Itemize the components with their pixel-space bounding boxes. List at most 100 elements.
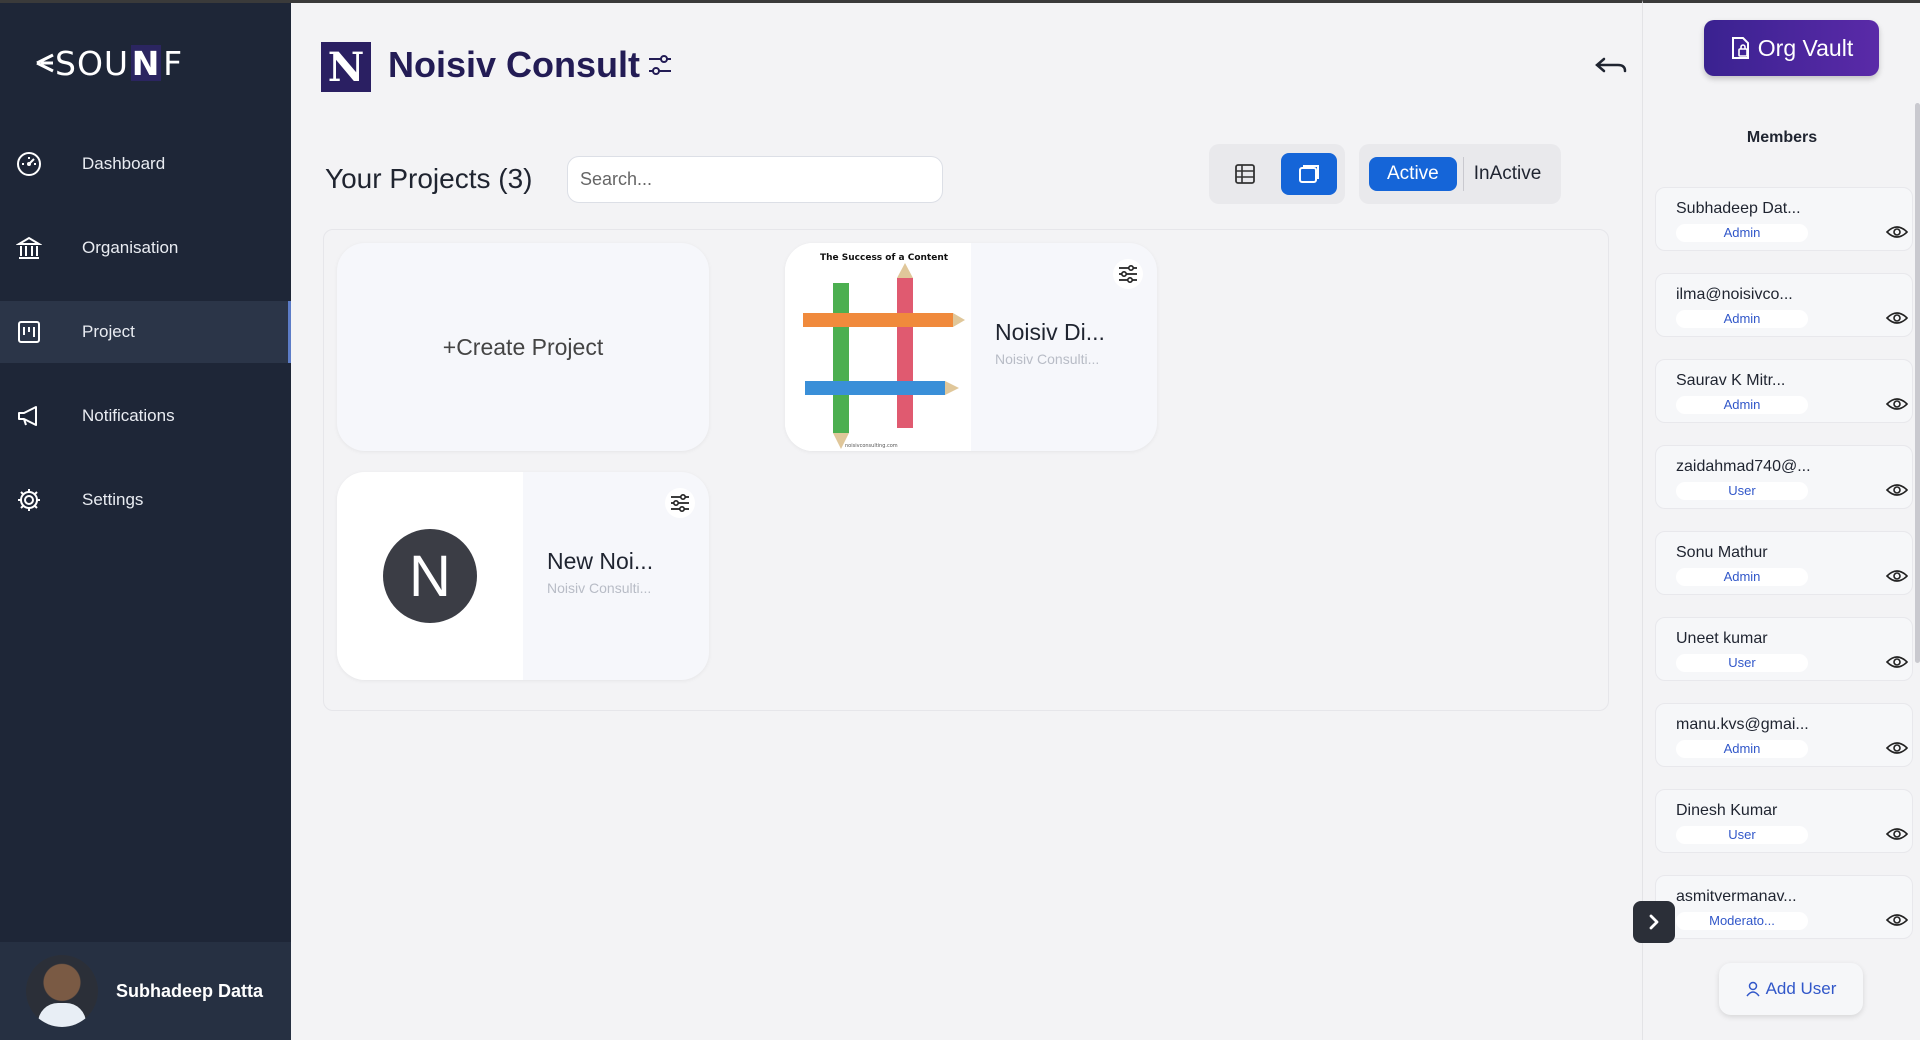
add-user-button[interactable]: Add User	[1719, 963, 1863, 1015]
sidebar-item-label: Project	[82, 322, 135, 341]
member-role-badge: Admin	[1676, 224, 1808, 242]
eye-icon[interactable]	[1886, 224, 1908, 240]
cards-icon	[1299, 165, 1319, 183]
document-lock-icon	[1731, 37, 1749, 59]
leaf-icon	[36, 53, 54, 73]
inactive-filter-button[interactable]: InActive	[1462, 157, 1560, 191]
expand-panel-button[interactable]	[1633, 901, 1675, 943]
member-name: zaidahmad740@...	[1676, 458, 1811, 475]
member-name: ilma@noisivco...	[1676, 286, 1793, 303]
member-item[interactable]: Subhadeep Dat... Admin	[1655, 187, 1913, 251]
project-subtitle: Noisiv Consulti...	[995, 351, 1100, 367]
member-item[interactable]: zaidahmad740@... User	[1655, 445, 1913, 509]
org-vault-button[interactable]: Org Vault	[1704, 20, 1879, 76]
member-name: Uneet kumar	[1676, 630, 1768, 647]
member-item[interactable]: ilma@noisivco... Admin	[1655, 273, 1913, 337]
sidebar-item-notifications[interactable]: Notifications	[0, 385, 291, 447]
member-role-badge: Admin	[1676, 568, 1808, 586]
sidebar-item-label: Settings	[82, 490, 144, 509]
back-arrow-icon[interactable]	[1594, 53, 1628, 79]
current-user[interactable]: Subhadeep Datta	[0, 942, 291, 1040]
megaphone-icon	[14, 401, 44, 431]
table-icon	[1235, 164, 1255, 184]
members-panel: Org Vault Members Subhadeep Dat... Admin…	[1633, 0, 1920, 1040]
sliders-icon	[1119, 265, 1137, 283]
member-role-badge: Admin	[1676, 396, 1808, 414]
brand-logo[interactable]: SOU N F	[35, 43, 183, 83]
member-item[interactable]: manu.kvs@gmai... Admin	[1655, 703, 1913, 767]
status-toggle: Active InActive	[1359, 144, 1561, 204]
brand-n-mark: N	[131, 43, 162, 83]
members-scrollbar[interactable]	[1915, 103, 1920, 663]
sidebar-item-label: Organisation	[82, 238, 179, 257]
create-project-card[interactable]: +Create Project	[337, 243, 709, 451]
project-card[interactable]: The Success of a Content noisivconsultin…	[785, 243, 1157, 451]
view-toggle	[1209, 144, 1345, 204]
member-name: manu.kvs@gmai...	[1676, 716, 1809, 733]
member-name: Subhadeep Dat...	[1676, 200, 1801, 217]
project-initial: N	[383, 529, 477, 623]
member-name: Dinesh Kumar	[1676, 802, 1778, 819]
page-title: Noisiv Consult	[388, 44, 641, 85]
project-thumbnail: The Success of a Content noisivconsultin…	[785, 243, 971, 451]
eye-icon[interactable]	[1886, 568, 1908, 584]
members-heading: Members	[1746, 129, 1818, 146]
member-item[interactable]: Sonu Mathur Admin	[1655, 531, 1913, 595]
member-item[interactable]: Saurav K Mitr... Admin	[1655, 359, 1913, 423]
sidebar-item-project[interactable]: Project	[0, 301, 291, 363]
eye-icon[interactable]	[1886, 740, 1908, 756]
project-settings-button[interactable]	[1113, 259, 1143, 289]
board-icon	[14, 317, 44, 347]
eye-icon[interactable]	[1886, 396, 1908, 412]
project-name: New Noi...	[547, 548, 654, 574]
search-input[interactable]	[567, 156, 943, 203]
project-card[interactable]: N New Noi... Noisiv Consulti...	[337, 472, 709, 680]
member-role-badge: Admin	[1676, 740, 1808, 758]
eye-icon[interactable]	[1886, 482, 1908, 498]
member-item[interactable]: Uneet kumar User	[1655, 617, 1913, 681]
sidebar: SOU N F Dashboard Organisation Project N…	[0, 0, 291, 1040]
project-settings-button[interactable]	[665, 488, 695, 518]
sidebar-item-organisation[interactable]: Organisation	[0, 217, 291, 279]
eye-icon[interactable]	[1886, 826, 1908, 842]
projects-heading: Your Projects (3)	[325, 163, 533, 194]
active-filter-button[interactable]: Active	[1369, 157, 1457, 191]
sidebar-item-settings[interactable]: Settings	[0, 469, 291, 531]
user-name: Subhadeep Datta	[116, 980, 264, 1001]
thumbnail-footer: noisivconsulting.com	[845, 443, 898, 449]
member-role-badge: Moderato...	[1676, 912, 1808, 930]
project-name: Noisiv Di...	[995, 319, 1105, 345]
sliders-icon	[671, 494, 689, 512]
eye-icon[interactable]	[1886, 310, 1908, 326]
org-vault-label: Org Vault	[1757, 34, 1854, 61]
sidebar-item-label: Dashboard	[82, 154, 166, 173]
member-name: Saurav K Mitr...	[1676, 372, 1786, 389]
main-content: N Noisiv Consult Your Projects (3) Activ…	[291, 0, 1642, 1040]
eye-icon[interactable]	[1886, 912, 1908, 928]
table-view-button[interactable]	[1217, 153, 1273, 195]
sidebar-item-dashboard[interactable]: Dashboard	[0, 133, 291, 195]
bank-icon	[14, 233, 44, 263]
filter-settings-icon[interactable]	[646, 51, 674, 79]
project-subtitle: Noisiv Consulti...	[547, 580, 652, 596]
user-icon	[1745, 981, 1760, 997]
sidebar-item-label: Notifications	[82, 406, 175, 425]
member-name: asmitvermanav...	[1676, 888, 1797, 905]
member-item[interactable]: Dinesh Kumar User	[1655, 789, 1913, 853]
gear-icon	[14, 485, 44, 515]
member-role-badge: User	[1676, 826, 1808, 844]
eye-icon[interactable]	[1886, 654, 1908, 670]
member-name: Sonu Mathur	[1676, 544, 1768, 561]
brand-text-pre: SOU	[55, 43, 130, 83]
dashboard-icon	[14, 149, 44, 179]
member-role-badge: Admin	[1676, 310, 1808, 328]
avatar	[26, 955, 98, 1027]
member-role-badge: User	[1676, 654, 1808, 672]
thumbnail-title: The Success of a Content	[820, 253, 949, 263]
add-user-label: Add User	[1765, 979, 1837, 998]
card-view-button[interactable]	[1281, 153, 1337, 195]
member-item[interactable]: asmitvermanav... Moderato...	[1655, 875, 1913, 939]
project-thumbnail: N	[337, 472, 523, 680]
member-role-badge: User	[1676, 482, 1808, 500]
sidebar-nav: Dashboard Organisation Project Notificat…	[0, 133, 291, 553]
